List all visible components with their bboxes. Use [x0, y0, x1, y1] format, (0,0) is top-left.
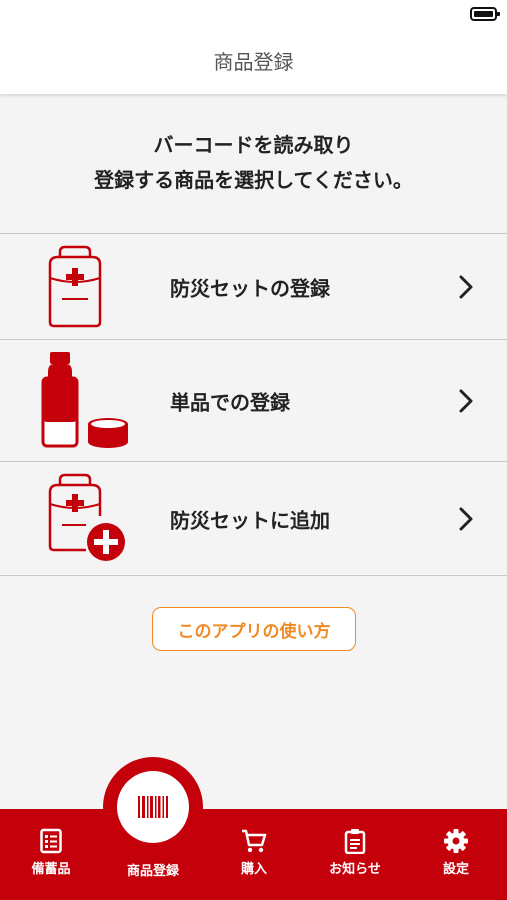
- barcode-icon: [138, 796, 168, 818]
- status-bar: [0, 0, 507, 26]
- scan-barcode-button[interactable]: [117, 771, 189, 843]
- menu-label-register-kit: 防災セットの登録: [170, 276, 330, 300]
- menu-label-add-to-kit: 防災セットに追加: [170, 508, 330, 532]
- page-title: 商品登録: [213, 49, 294, 74]
- chevron-right-icon: [459, 389, 473, 412]
- chevron-right-icon: [459, 275, 473, 298]
- registration-menu: 防災セットの登録 単品での登録 防災セットに追加: [0, 233, 507, 576]
- menu-item-register-kit[interactable]: 防災セットの登録: [0, 234, 507, 340]
- chevron-right-icon: [459, 507, 473, 530]
- battery-icon: [470, 7, 500, 21]
- tab-label-stockpile: 備蓄品: [31, 862, 71, 877]
- tab-settings[interactable]: 設定: [406, 828, 506, 877]
- menu-item-add-to-kit[interactable]: 防災セットに追加: [0, 462, 507, 576]
- backpack-add-icon: [48, 473, 125, 561]
- tab-notices[interactable]: お知らせ: [305, 828, 405, 877]
- tab-label-settings: 設定: [442, 862, 469, 877]
- bottle-and-can-icon: [41, 352, 128, 448]
- clipboard-icon: [344, 829, 366, 854]
- how-to-use-button[interactable]: このアプリの使い方: [152, 607, 356, 651]
- tab-purchase[interactable]: 購入: [204, 828, 304, 877]
- navigation-bar: 商品登録: [0, 26, 507, 94]
- tab-label-notices: お知らせ: [329, 862, 381, 877]
- gear-icon: [444, 829, 468, 853]
- menu-label-register-single: 単品での登録: [170, 390, 290, 414]
- tab-product-registration[interactable]: 商品登録: [103, 856, 203, 879]
- tab-stockpile[interactable]: 備蓄品: [1, 828, 101, 877]
- instruction-line-2: 登録する商品を選択してください。: [94, 168, 413, 192]
- menu-item-register-single[interactable]: 単品での登録: [0, 340, 507, 462]
- tab-label-product-registration: 商品登録: [126, 864, 179, 879]
- instruction-text: バーコードを読み取り 登録する商品を選択してください。: [0, 128, 507, 198]
- emergency-backpack-icon: [48, 245, 102, 328]
- cart-icon: [242, 829, 267, 853]
- list-icon: [40, 828, 62, 854]
- tab-label-purchase: 購入: [240, 862, 267, 877]
- instruction-line-1: バーコードを読み取り: [153, 133, 354, 157]
